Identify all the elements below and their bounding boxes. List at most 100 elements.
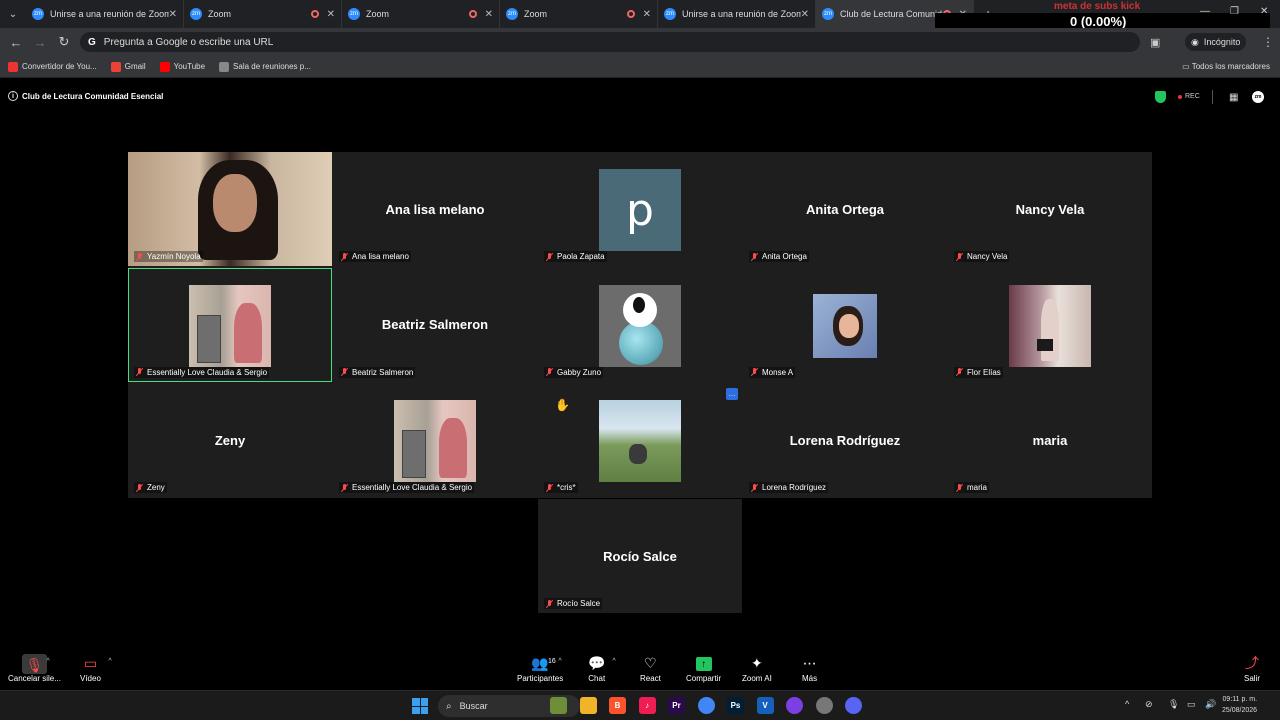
participant-name-label: Rocío Salce (544, 598, 603, 609)
tab-title: Zoom (208, 9, 232, 19)
incognito-indicator[interactable]: ◉ Incógnito (1185, 33, 1247, 51)
network-icon[interactable]: ⊘ (1145, 699, 1153, 710)
windows-start-icon[interactable] (412, 698, 428, 714)
participant-tile[interactable]: Monse A (743, 267, 947, 382)
premiere-icon[interactable]: Pr (668, 697, 685, 714)
photoshop-icon[interactable]: Ps (727, 697, 744, 714)
view-grid-icon[interactable]: ▦ (1229, 92, 1238, 103)
participant-name: Beatriz Salmeron (352, 367, 414, 377)
participant-tile[interactable]: maria maria (948, 383, 1152, 497)
bookmark-item[interactable]: Sala de reuniones p... (219, 61, 311, 72)
browser-tab[interactable]: zm Zoom ✕ (342, 0, 500, 28)
clock[interactable]: 09:11 p. m. 25/08/2026 (1222, 694, 1257, 716)
browser-tab[interactable]: zm Zoom ✕ (500, 0, 658, 28)
bookmark-item[interactable]: YouTube (159, 61, 205, 72)
zoom-tab-icon: zm (664, 8, 676, 20)
all-bookmarks-link[interactable]: ▭ Todos los marcadores (1182, 62, 1270, 71)
leave-button[interactable]: ⤴ Salir (1244, 654, 1260, 683)
video-button[interactable]: ▭ Vídeo (80, 654, 101, 683)
microphone-tray-icon[interactable]: 🎙 (1168, 699, 1179, 710)
close-tab-icon[interactable]: ✕ (327, 9, 335, 20)
participant-tile[interactable]: Nancy Vela Nancy Vela (948, 152, 1152, 266)
participant-tile[interactable]: Yazmín Noyola (128, 152, 332, 266)
share-arrow-icon: ↑ (695, 657, 712, 671)
recording-indicator[interactable]: REC (1178, 93, 1200, 100)
incognito-icon: ◉ (1191, 36, 1199, 47)
chrome-icon[interactable] (697, 697, 715, 714)
participant-name: Monse A (762, 367, 794, 377)
video-off-icon: ▭ (83, 656, 98, 672)
display-icon[interactable]: ▭ (1187, 699, 1196, 710)
chat-button[interactable]: 💬 Chat (588, 654, 605, 683)
minimize-icon[interactable]: — (1200, 6, 1210, 17)
close-tab-icon[interactable]: ✕ (169, 9, 177, 20)
participant-display-name: Anita Ortega (805, 201, 884, 217)
mic-muted-icon (956, 252, 964, 261)
zoom-ai-button[interactable]: ✦ Zoom AI (742, 654, 772, 683)
clock-time: 09:11 p. m. (1222, 696, 1258, 703)
chat-bubble-icon[interactable]: … (726, 388, 738, 400)
forward-icon[interactable]: → (28, 35, 52, 50)
mic-muted-icon (136, 252, 144, 261)
participant-tile[interactable]: Gabby Zuno (538, 267, 742, 382)
react-button[interactable]: ♡ React (640, 654, 661, 683)
share-button[interactable]: ↑ Compartir (686, 654, 721, 683)
side-panel-icon[interactable]: ▣ (1150, 36, 1160, 49)
tab-title: Unirse a una reunión de Zoom (682, 9, 801, 19)
close-tab-icon[interactable]: ✕ (643, 9, 651, 20)
brave-icon[interactable]: B (609, 697, 626, 714)
tray-expand-icon[interactable]: ^ (1125, 699, 1129, 709)
game-icon[interactable] (550, 697, 567, 714)
participant-tile[interactable]: Flor Elías (948, 267, 1152, 382)
back-icon[interactable]: ← (4, 35, 28, 50)
browser-tab[interactable]: zm Unirse a una reunión de Zoom ✕ (658, 0, 816, 28)
address-input[interactable]: G Pregunta a Google o escribe una URL (80, 32, 1140, 52)
participant-name: Nancy Vela (967, 252, 1008, 261)
zoom-tab-icon: zm (822, 8, 834, 20)
participant-tile[interactable]: Anita Ortega Anita Ortega (743, 152, 947, 266)
mic-muted-icon (751, 368, 759, 376)
participant-name: Anita Ortega (762, 252, 807, 261)
reload-icon[interactable]: ↻ (52, 34, 76, 50)
chat-label: Chat (588, 674, 606, 683)
discord-icon[interactable] (845, 697, 862, 714)
participant-display-name: Ana lisa melano (385, 201, 485, 217)
meeting-title[interactable]: i Club de Lectura Comunidad Esencial (8, 91, 163, 101)
obs-icon[interactable] (786, 697, 803, 714)
maximize-icon[interactable]: ❐ (1230, 6, 1239, 17)
participant-tile[interactable]: Essentially Love Claudia & Sergio (128, 267, 332, 382)
encryption-shield-icon[interactable] (1155, 91, 1166, 103)
close-window-icon[interactable]: ✕ (1260, 6, 1268, 17)
participant-tile[interactable]: Essentially Love Claudia & Sergio (333, 383, 537, 497)
participant-tile[interactable]: p Paola Zapata (538, 152, 742, 266)
tiktok-icon[interactable]: ♪ (638, 697, 656, 714)
bookmark-item[interactable]: Gmail (110, 61, 146, 72)
rec-dot-icon (1178, 94, 1182, 99)
search-icon: ⌕ (446, 700, 452, 712)
vegas-icon[interactable]: V (756, 697, 774, 714)
browser-tab[interactable]: zm Zoom ✕ (184, 0, 342, 28)
google-icon: G (88, 36, 96, 48)
participant-tile[interactable]: Zeny Zeny (128, 383, 332, 497)
zoom-tab-icon: zm (348, 8, 360, 20)
browser-menu-icon[interactable]: ⋮ (1262, 35, 1274, 49)
close-tab-icon[interactable]: ✕ (485, 9, 493, 20)
avatar-photo (394, 400, 476, 482)
participants-button[interactable]: 👥 Participantes (517, 654, 563, 683)
participant-tile[interactable]: Rocío Salce Rocío Salce (538, 499, 742, 613)
participant-tile[interactable]: Lorena Rodríguez Lorena Rodríguez (743, 383, 947, 497)
zoom-logo-icon[interactable]: zm (1252, 91, 1264, 103)
volume-icon[interactable]: 🔊 (1205, 699, 1216, 710)
chrome-incognito-icon[interactable] (815, 697, 833, 714)
bookmark-item[interactable]: Convertidor de You... (8, 61, 97, 72)
participant-tile[interactable]: Beatriz Salmeron Beatriz Salmeron (333, 267, 537, 382)
browser-tab[interactable]: zm Unirse a una reunión de Zoom ✕ (26, 0, 184, 28)
tab-search-icon[interactable]: ⌄ (0, 1, 26, 27)
close-tab-icon[interactable]: ✕ (801, 9, 809, 20)
overlay-heading: meta de subs kick (1054, 1, 1141, 12)
more-button[interactable]: ⋯ Más (802, 654, 817, 683)
participant-name-label: Zeny (134, 482, 167, 493)
explorer-icon[interactable] (579, 697, 597, 714)
participant-tile[interactable]: Ana lisa melano Ana lisa melano (333, 152, 537, 266)
mute-button[interactable]: 🎙 Cancelar sile... (8, 654, 61, 683)
